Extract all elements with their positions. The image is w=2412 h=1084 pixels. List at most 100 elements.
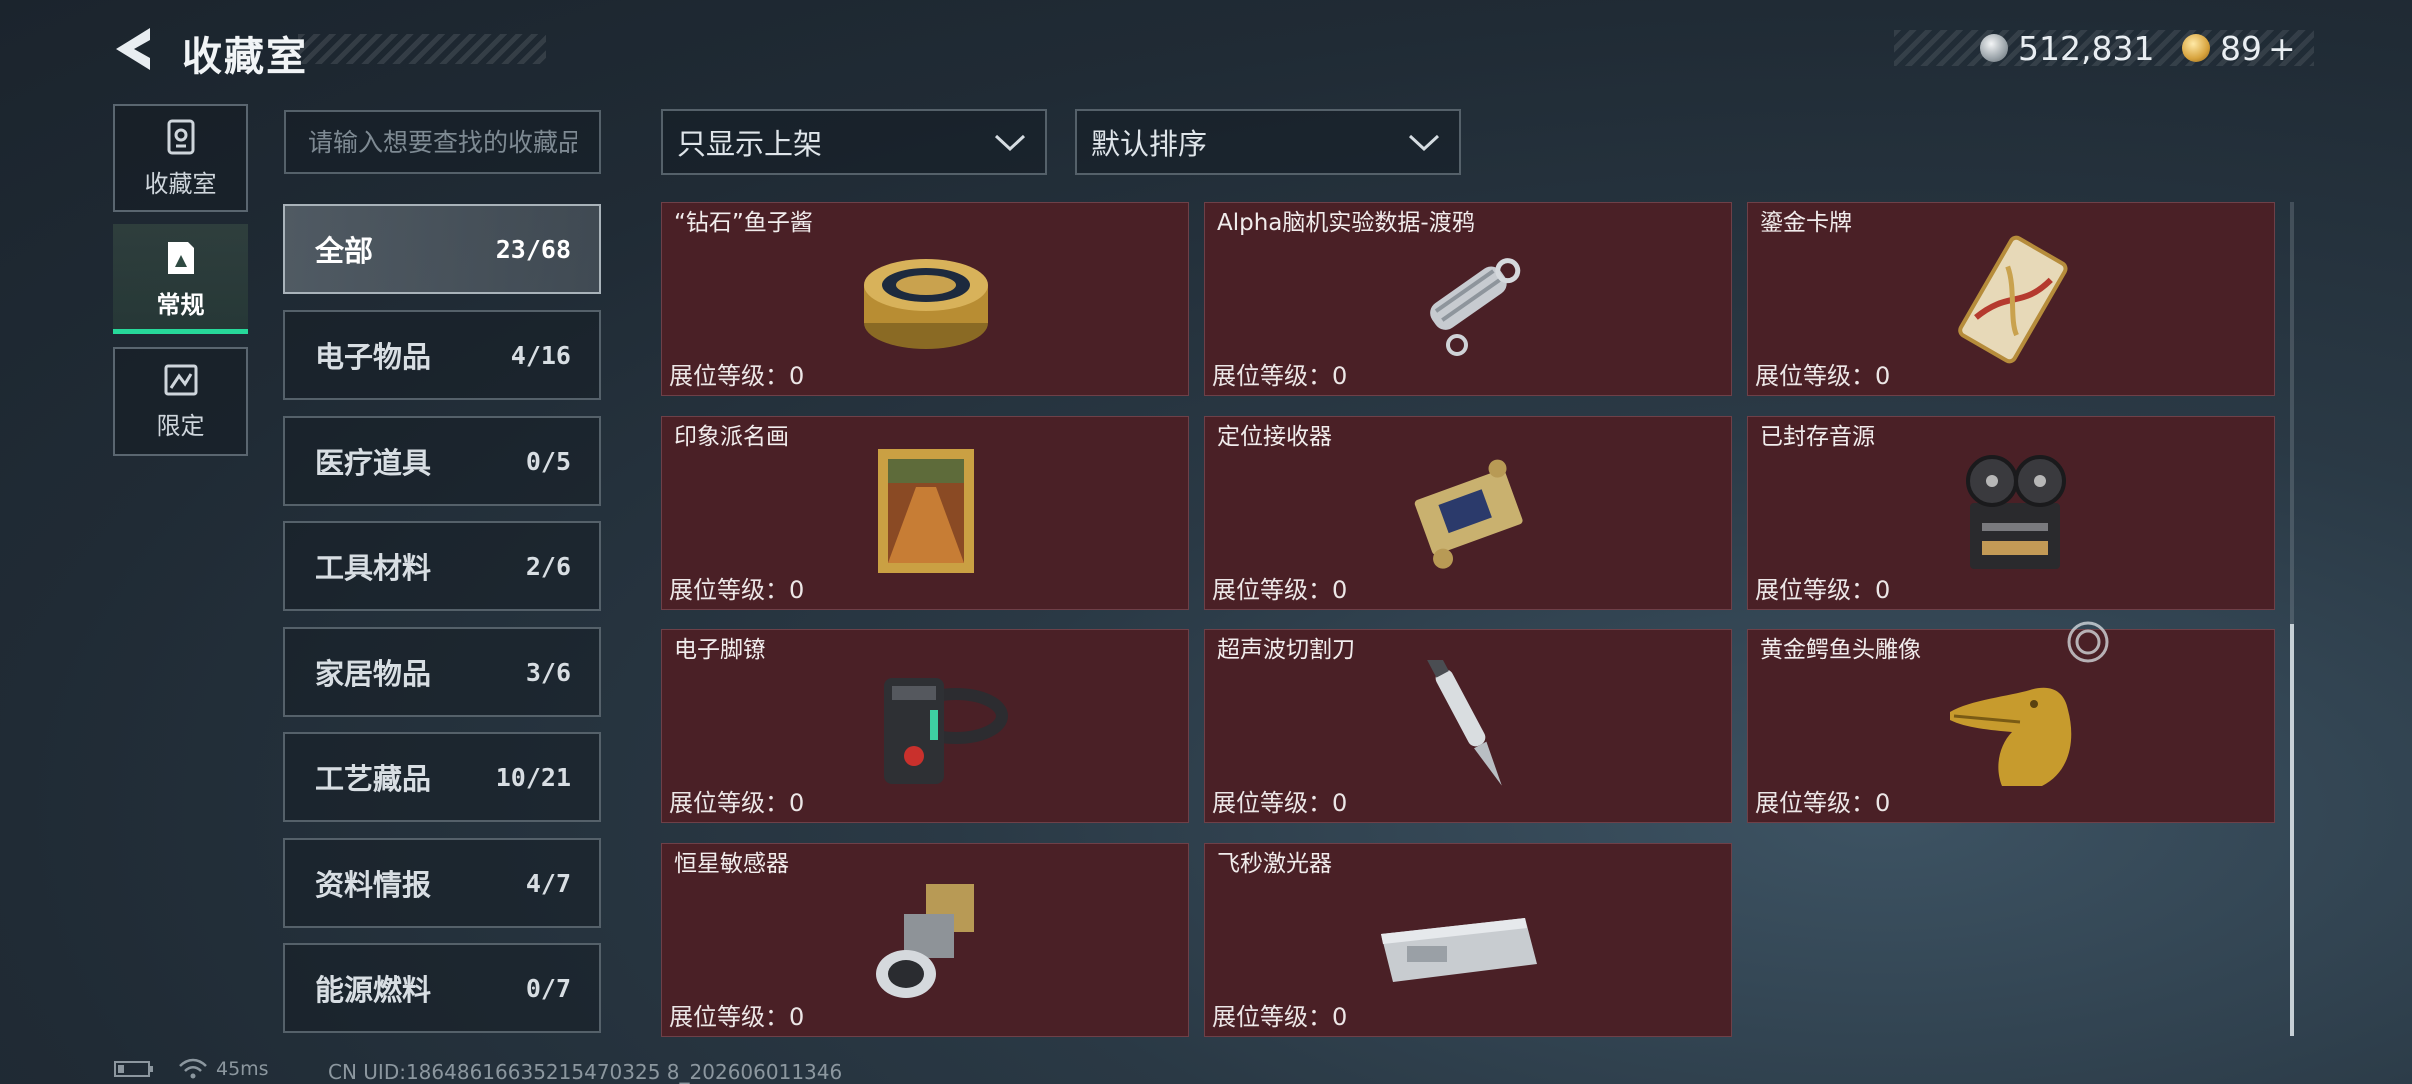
subcategory-count: 0/7	[525, 973, 571, 1003]
star-sensor-icon	[876, 884, 974, 998]
search-input[interactable]	[286, 112, 599, 172]
golden-crocodile-statue-icon	[1950, 687, 2072, 786]
ultrasonic-cutter-icon	[1427, 660, 1502, 786]
subcategory-name: 家居物品	[315, 657, 432, 691]
display-filter-dropdown[interactable]: 只显示上架	[661, 109, 1047, 175]
collection-item-card[interactable]: 飞秒激光器 展位等级：0	[1204, 843, 1732, 1037]
display-filter-value: 只显示上架	[677, 127, 823, 161]
item-name: “钻石”鱼子酱	[674, 210, 813, 236]
subcategory-energy[interactable]: 能源燃料 0/7	[283, 943, 601, 1033]
item-name: 鎏金卡牌	[1760, 210, 1852, 236]
caviar-tin-icon	[864, 259, 988, 349]
page-header: 收藏室	[178, 22, 546, 80]
search-box[interactable]	[284, 110, 601, 174]
subcategory-name: 全部	[315, 234, 374, 268]
subcategory-crafts[interactable]: 工艺藏品 10/21	[283, 732, 601, 822]
item-booth-level: 展位等级：0	[669, 1003, 805, 1031]
item-name: 黄金鳄鱼头雕像	[1760, 637, 1921, 663]
target-ring-icon	[2067, 621, 2109, 663]
subcategory-count: 3/6	[525, 657, 571, 687]
header-stripe-decoration	[298, 34, 546, 64]
back-button[interactable]	[110, 24, 156, 74]
item-booth-level: 展位等级：0	[1212, 789, 1348, 817]
subcategory-intel[interactable]: 资料情报 4/7	[283, 838, 601, 928]
gold-coin-icon	[2182, 34, 2210, 62]
chevron-down-icon	[994, 134, 1026, 152]
item-name: 已封存音源	[1760, 424, 1875, 450]
status-bar: 45ms	[114, 1058, 269, 1080]
collection-item-card[interactable]: 已封存音源 展位等级：0	[1747, 416, 2275, 610]
item-booth-level: 展位等级：0	[1755, 789, 1891, 817]
item-booth-level: 展位等级：0	[669, 362, 805, 390]
locator-receiver-icon	[1414, 459, 1523, 569]
item-booth-level: 展位等级：0	[1212, 362, 1348, 390]
silver-coin-icon	[1980, 34, 2008, 62]
user-uid: CN UID:18648616635215470325 8_2026060113…	[328, 1060, 843, 1084]
collection-room-icon	[167, 119, 194, 154]
subcategory-count: 10/21	[495, 762, 571, 792]
silver-currency-value: 512,831	[2018, 28, 2155, 68]
collection-item-card[interactable]: “钻石”鱼子酱 展位等级：0	[661, 202, 1189, 396]
subcategory-count: 23/68	[495, 234, 571, 264]
currency-bar: 512,831 89 +	[1894, 28, 2314, 68]
subcategory-name: 医疗道具	[315, 446, 432, 480]
collection-item-card[interactable]: 恒星敏感器 展位等级：0	[661, 843, 1189, 1037]
regular-card-icon	[167, 241, 194, 274]
add-currency-button[interactable]: +	[2268, 29, 2296, 68]
item-name: Alpha脑机实验数据-渡鸦	[1217, 210, 1475, 236]
item-booth-level: 展位等级：0	[1212, 1003, 1348, 1031]
collection-item-card[interactable]: 电子脚镣 展位等级：0	[661, 629, 1189, 823]
side-tab-regular[interactable]: 常规	[113, 224, 248, 334]
framed-painting-icon	[878, 449, 974, 573]
item-booth-level: 展位等级：0	[1212, 576, 1348, 604]
side-tab-label: 限定	[156, 412, 205, 440]
collection-item-card[interactable]: Alpha脑机实验数据-渡鸦 展位等级：0	[1204, 202, 1732, 396]
item-name: 飞秒激光器	[1217, 851, 1332, 877]
collection-grid[interactable]: “钻石”鱼子酱 展位等级：0 Alpha脑机实验数据-渡鸦 展位等级：0 鎏金卡…	[660, 202, 2275, 1038]
subcategory-count: 4/7	[525, 868, 571, 898]
collection-item-card[interactable]: 超声波切割刀 展位等级：0	[1204, 629, 1732, 823]
battery-icon	[114, 1061, 153, 1077]
gold-currency: 89 +	[2182, 29, 2296, 68]
side-tab-label: 常规	[156, 290, 205, 319]
item-name: 电子脚镣	[674, 637, 766, 663]
subcategory-count: 0/5	[525, 446, 571, 476]
subcategory-medical[interactable]: 医疗道具 0/5	[283, 416, 601, 506]
reel-recorder-icon	[1966, 455, 2066, 569]
subcategory-household[interactable]: 家居物品 3/6	[283, 627, 601, 717]
side-tab-limited[interactable]: 限定	[113, 347, 248, 456]
sort-dropdown[interactable]: 默认排序	[1075, 109, 1461, 175]
sort-value: 默认排序	[1091, 127, 1208, 161]
active-tab-indicator	[113, 329, 248, 334]
item-booth-level: 展位等级：0	[669, 789, 805, 817]
collection-item-card[interactable]: 印象派名画 展位等级：0	[661, 416, 1189, 610]
collection-item-card[interactable]: 黄金鳄鱼头雕像 展位等级：0	[1747, 629, 2275, 823]
item-booth-level: 展位等级：0	[1755, 576, 1891, 604]
subcategory-tools[interactable]: 工具材料 2/6	[283, 521, 601, 611]
item-booth-level: 展位等级：0	[1755, 362, 1891, 390]
collection-item-card[interactable]: 鎏金卡牌 展位等级：0	[1747, 202, 2275, 396]
wifi-icon	[179, 1058, 207, 1079]
collection-item-card[interactable]: 定位接收器 展位等级：0	[1204, 416, 1732, 610]
side-tab-collection-room[interactable]: 收藏室	[113, 104, 248, 212]
latency-value: 45ms	[216, 1058, 269, 1080]
subcategory-name: 电子物品	[315, 340, 432, 374]
back-arrow-icon	[116, 28, 150, 70]
item-name: 印象派名画	[674, 424, 789, 450]
subcategory-all[interactable]: 全部 23/68	[283, 204, 601, 294]
subcategory-electronics[interactable]: 电子物品 4/16	[283, 310, 601, 400]
scrollbar-thumb[interactable]	[2290, 624, 2294, 1036]
subcategory-name: 工艺藏品	[315, 762, 432, 796]
side-tab-label: 收藏室	[144, 169, 217, 198]
item-name: 定位接收器	[1217, 424, 1332, 450]
gilded-card-icon	[1958, 235, 2068, 364]
limited-card-icon	[164, 364, 197, 396]
chevron-down-icon	[1408, 134, 1440, 152]
femtosecond-laser-icon	[1381, 918, 1537, 982]
subcategory-name: 资料情报	[315, 868, 432, 902]
subcategory-count: 4/16	[510, 340, 571, 370]
subcategory-name: 能源燃料	[315, 973, 432, 1007]
ankle-monitor-icon	[884, 678, 1008, 784]
item-booth-level: 展位等级：0	[669, 576, 805, 604]
page-title: 收藏室	[182, 34, 308, 80]
